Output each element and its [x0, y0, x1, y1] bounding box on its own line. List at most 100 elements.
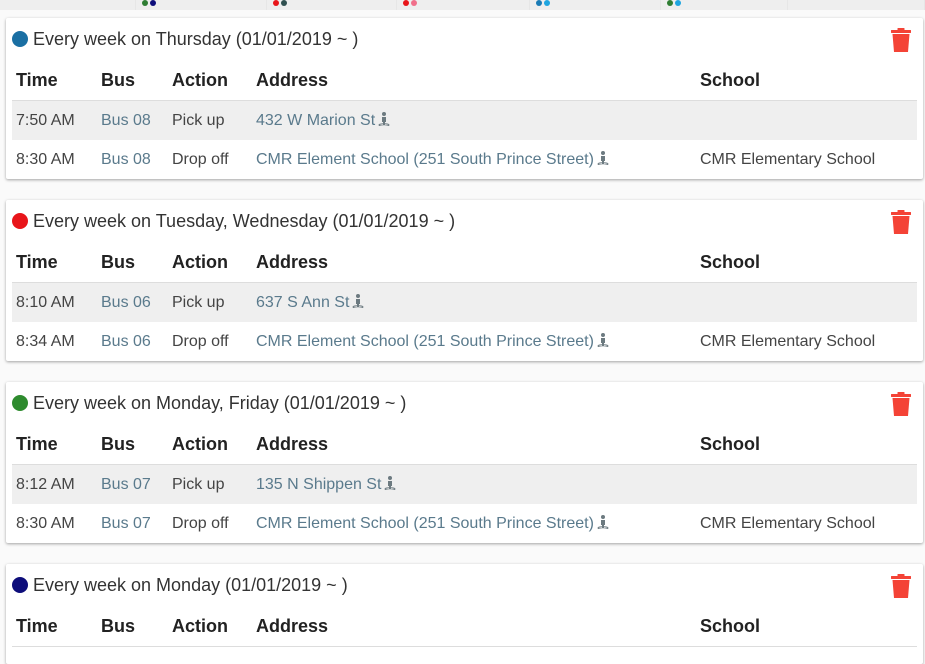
schedule-card: Every week on Monday, Friday (01/01/2019…: [6, 382, 923, 543]
col-school: School: [696, 242, 917, 283]
trash-icon[interactable]: [891, 574, 911, 598]
trash-icon[interactable]: [891, 28, 911, 52]
schedule-header: Every week on Thursday (01/01/2019 ~ ): [6, 18, 923, 60]
event-dot: [536, 0, 542, 6]
bus-link[interactable]: Bus 08: [101, 151, 151, 168]
cell-bus: Bus 08: [97, 140, 168, 179]
col-time: Time: [12, 242, 97, 283]
cell-bus: Bus 07: [97, 504, 168, 543]
address-link[interactable]: CMR Element School (251 South Prince Str…: [256, 514, 609, 532]
col-school: School: [696, 60, 917, 101]
table-row: 8:10 AM Bus 06 Pick up 637 S Ann St: [12, 282, 917, 322]
table-header-row: Time Bus Action Address School: [12, 242, 917, 283]
schedule-title: Every week on Monday, Friday (01/01/2019…: [33, 392, 407, 413]
col-address: Address: [252, 424, 696, 465]
cell-time: 8:30 AM: [16, 150, 75, 168]
schedule-table: Time Bus Action Address School 7:50 AM B…: [12, 60, 917, 179]
cell-address: CMR Element School (251 South Prince Str…: [252, 322, 696, 361]
trash-icon[interactable]: [891, 392, 911, 416]
table-row: 7:50 AM Bus 08 Pick up 432 W Marion St: [12, 100, 917, 140]
schedule-table: Time Bus Action Address School: [12, 606, 917, 647]
cell-time: 8:34 AM: [16, 332, 75, 350]
address-text: 637 S Ann St: [256, 293, 350, 311]
cell-action: Pick up: [168, 100, 252, 140]
address-link[interactable]: 135 N Shippen St: [256, 475, 396, 493]
schedule-title: Every week on Thursday (01/01/2019 ~ ): [33, 28, 359, 49]
col-bus: Bus: [97, 424, 168, 465]
col-address: Address: [252, 60, 696, 101]
cell-address: CMR Element School (251 South Prince Str…: [252, 504, 696, 543]
calendar-day-cell[interactable]: [0, 0, 136, 10]
event-dot: [150, 0, 156, 6]
cell-school: CMR Elementary School: [700, 332, 876, 350]
address-link[interactable]: CMR Element School (251 South Prince Str…: [256, 332, 609, 350]
schedule-title: Every week on Tuesday, Wednesday (01/01/…: [33, 210, 456, 231]
schedule-header: Every week on Tuesday, Wednesday (01/01/…: [6, 200, 923, 242]
address-link[interactable]: 432 W Marion St: [256, 111, 390, 129]
calendar-day-cell[interactable]: [530, 0, 661, 10]
cell-bus: Bus 06: [97, 322, 168, 361]
col-address: Address: [252, 242, 696, 283]
col-bus: Bus: [97, 242, 168, 283]
schedule-title: Every week on Monday (01/01/2019 ~ ): [33, 574, 348, 595]
walking-person-icon[interactable]: [597, 150, 609, 165]
calendar-day-cell[interactable]: [136, 0, 267, 10]
table-row: 8:30 AM Bus 07 Drop off CMR Element Scho…: [12, 504, 917, 543]
col-time: Time: [12, 424, 97, 465]
walking-person-icon[interactable]: [597, 332, 609, 347]
address-text: 135 N Shippen St: [256, 475, 382, 493]
schedule-color-dot: [12, 31, 28, 47]
cell-address: 432 W Marion St: [252, 100, 696, 140]
walking-person-icon[interactable]: [352, 293, 364, 308]
col-bus: Bus: [97, 606, 168, 647]
col-school: School: [696, 424, 917, 465]
calendar-day-cell[interactable]: [397, 0, 530, 10]
cell-address: 135 N Shippen St: [252, 464, 696, 504]
bus-link[interactable]: Bus 07: [101, 476, 151, 493]
bus-link[interactable]: Bus 08: [101, 112, 151, 129]
cell-school: [696, 282, 917, 322]
table-header-row: Time Bus Action Address School: [12, 60, 917, 101]
address-text: 432 W Marion St: [256, 111, 376, 129]
cell-time: 8:12 AM: [12, 464, 97, 504]
calendar-day-cell[interactable]: [788, 0, 925, 10]
address-link[interactable]: CMR Element School (251 South Prince Str…: [256, 150, 609, 168]
cell-action: Pick up: [168, 464, 252, 504]
schedule-color-dot: [12, 395, 28, 411]
walking-person-icon[interactable]: [597, 514, 609, 529]
col-school: School: [696, 606, 917, 647]
cell-school: [696, 464, 917, 504]
cell-school: CMR Elementary School: [700, 150, 876, 168]
cell-school: CMR Elementary School: [700, 514, 876, 532]
table-header-row: Time Bus Action Address School: [12, 424, 917, 465]
event-dot: [667, 0, 673, 6]
cell-address: 637 S Ann St: [252, 282, 696, 322]
cell-bus: Bus 08: [97, 100, 168, 140]
bus-link[interactable]: Bus 06: [101, 333, 151, 350]
col-action: Action: [168, 242, 252, 283]
calendar-day-cell[interactable]: [267, 0, 397, 10]
walking-person-icon[interactable]: [378, 111, 390, 126]
event-dot: [142, 0, 148, 6]
schedule-header: Every week on Monday (01/01/2019 ~ ): [6, 564, 923, 606]
event-dot: [675, 0, 681, 6]
schedule-card: Every week on Tuesday, Wednesday (01/01/…: [6, 200, 923, 361]
address-text: CMR Element School (251 South Prince Str…: [256, 332, 594, 350]
walking-person-icon[interactable]: [384, 475, 396, 490]
address-link[interactable]: 637 S Ann St: [256, 293, 364, 311]
cell-time: 7:50 AM: [12, 100, 97, 140]
schedule-header: Every week on Monday, Friday (01/01/2019…: [6, 382, 923, 424]
col-time: Time: [12, 60, 97, 101]
schedule-color-dot: [12, 577, 28, 593]
trash-icon[interactable]: [891, 210, 911, 234]
cell-action: Drop off: [172, 514, 229, 532]
bus-link[interactable]: Bus 07: [101, 515, 151, 532]
schedule-table: Time Bus Action Address School 8:10 AM B…: [12, 242, 917, 361]
cell-action: Pick up: [168, 282, 252, 322]
event-dot: [411, 0, 417, 6]
cell-school: [696, 100, 917, 140]
address-text: CMR Element School (251 South Prince Str…: [256, 150, 594, 168]
bus-link[interactable]: Bus 06: [101, 294, 151, 311]
cell-bus: Bus 07: [97, 464, 168, 504]
calendar-day-cell[interactable]: [661, 0, 788, 10]
